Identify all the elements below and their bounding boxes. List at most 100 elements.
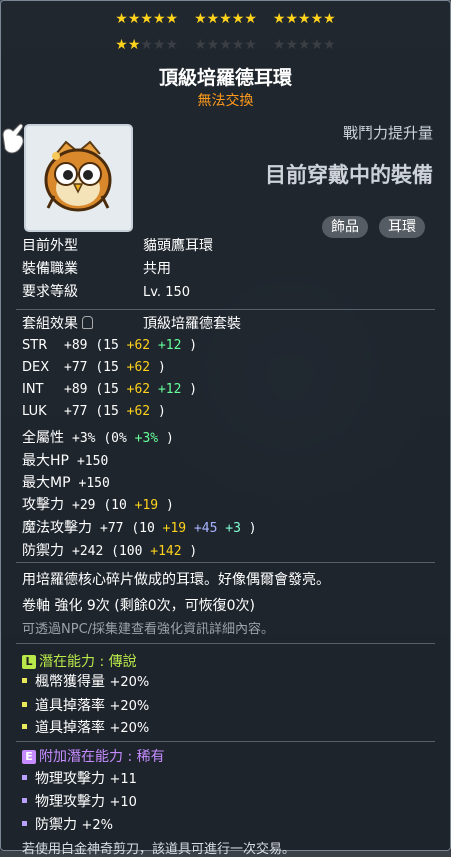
divider [16, 643, 435, 644]
stat-total: +89 [64, 382, 96, 397]
info-value: 共用 [143, 261, 171, 277]
star-empty-icon: ★ [310, 37, 324, 53]
info-label: 目前外型 [22, 238, 78, 254]
stat-base: (10 [103, 498, 135, 513]
star-filled-icon: ★ [231, 11, 245, 27]
stat-close: ) [165, 431, 174, 446]
stat-row: LUK +77 (15 +62 ) [22, 404, 166, 419]
potential-header: L 潛在能力 : 傳說 [22, 651, 137, 671]
stat-name: STR [22, 338, 48, 353]
star-filled-icon: ★ [219, 11, 232, 27]
stat-total: +89 [64, 338, 96, 353]
footer-note: 若使用白金神奇剪刀，該道具可進行一次交易。 [22, 842, 296, 857]
star-empty-icon: ★ [244, 37, 257, 53]
stat-row: 魔法攻擊力 +77 (10 +19 +45 +3 ) [22, 517, 257, 537]
star-filled-icon: ★ [115, 37, 128, 53]
divider [16, 309, 435, 310]
star-empty-icon: ★ [165, 37, 179, 53]
potential-name: 物理攻擊力 [35, 794, 110, 810]
item-name: 頂級培羅德耳環 [158, 67, 292, 89]
star-group: ★★★★★ [273, 37, 336, 53]
star-filled-icon: ★ [310, 11, 324, 27]
lock-icon [82, 316, 93, 329]
bullet-icon [22, 702, 27, 707]
item-description: 用培羅德核心碎片做成的耳環。好像偶爾會發亮。 [22, 572, 330, 588]
tag-category: 飾品 [322, 216, 368, 238]
potential-name: 道具掉落率 [35, 720, 110, 736]
bonus-potential-title: 附加潛在能力 : 稀有 [39, 749, 165, 765]
star-group: ★★★★★ [115, 11, 178, 27]
bonus-potential-header: E 附加潛在能力 : 稀有 [22, 746, 165, 766]
stat-bonus: +19 [134, 498, 166, 513]
star-empty-icon: ★ [219, 37, 232, 53]
stat-total: +150 [76, 454, 109, 469]
star-group: ★★★★★ [273, 11, 336, 27]
set-effect: 套組效果 頂級培羅德套裝 [22, 315, 241, 333]
star-filled-icon: ★ [127, 11, 141, 27]
stat-total: +77 [100, 521, 132, 536]
stat-row: 最大HP +150 [22, 450, 108, 470]
info-appearance: 目前外型 貓頭鷹耳環 [22, 237, 213, 255]
potential-name: 防禦力 [35, 817, 82, 833]
star-empty-icon: ★ [194, 37, 207, 53]
stat-base: (15 [95, 404, 127, 419]
stat-bonus: +62 [126, 404, 158, 419]
potential-line: 楓幣獲得量 +20% [22, 671, 149, 691]
potential-value: +2% [81, 818, 113, 833]
stat-bonus: +19 [162, 521, 194, 536]
star-force-row-1: ★★★★★ ★★★★★ ★★★★★ [1, 11, 450, 27]
stat-total: +3% [72, 431, 104, 446]
stat-name: DEX [22, 360, 50, 375]
combat-power-value: 目前穿戴中的裝備 [265, 163, 433, 187]
info-label: 要求等級 [22, 284, 78, 300]
info-job: 裝備職業 共用 [22, 260, 171, 278]
potential-name: 物理攻擊力 [35, 771, 110, 787]
legendary-badge-icon: L [22, 655, 36, 669]
stat-close: ) [157, 404, 166, 419]
star-group: ★★★★★ [194, 37, 257, 53]
stat-row: INT +89 (15 +62 +12 ) [22, 382, 197, 397]
stat-total: +77 [64, 360, 96, 375]
stat-base: (15 [95, 338, 127, 353]
star-filled-icon: ★ [272, 11, 286, 27]
stat-bonus: +62 [126, 360, 158, 375]
potential-value: +11 [109, 772, 137, 787]
item-icon-frame [24, 124, 133, 232]
set-effect-label: 套組效果 [22, 315, 143, 333]
stat-bonus: +62 [126, 382, 158, 397]
potential-value: +20% [109, 721, 150, 736]
stat-name: 最大HP [22, 453, 69, 469]
star-filled-icon: ★ [285, 11, 299, 27]
stat-close: ) [189, 338, 198, 353]
stat-row: 最大MP +150 [22, 472, 110, 492]
star-empty-icon: ★ [323, 37, 336, 53]
stat-base: (15 [95, 360, 127, 375]
star-empty-icon: ★ [206, 37, 220, 53]
stat-bonus: +12 [157, 382, 190, 397]
stat-close: ) [248, 521, 257, 536]
owl-earring-icon [44, 140, 112, 212]
trade-status: 無法交換 [197, 93, 254, 109]
stat-base: (15 [95, 382, 127, 397]
star-filled-icon: ★ [140, 11, 153, 27]
stat-row: STR +89 (15 +62 +12 ) [22, 338, 197, 353]
stat-total: +150 [78, 476, 110, 491]
star-group: ★★★★★ [194, 11, 257, 27]
potential-line: 道具掉落率 +20% [22, 717, 149, 737]
star-empty-icon: ★ [140, 37, 153, 53]
stat-bonus: +142 [150, 544, 190, 559]
star-filled-icon: ★ [244, 11, 257, 27]
stat-name: 魔法攻擊力 [22, 520, 92, 536]
stat-total: +77 [64, 404, 96, 419]
bullet-icon [22, 678, 27, 683]
potential-line: 道具掉落率 +20% [22, 695, 149, 715]
potential-value: +10 [109, 795, 137, 810]
info-value: 貓頭鷹耳環 [143, 238, 213, 254]
enhance-hint: 可透過NPC/採集建查看強化資訊詳細內容。 [22, 622, 275, 637]
star-empty-icon: ★ [298, 37, 311, 53]
stat-total: +29 [72, 498, 104, 513]
star-empty-icon: ★ [285, 37, 299, 53]
star-empty-icon: ★ [152, 37, 166, 53]
star-group: ★★★★★ [115, 37, 178, 53]
stat-name: LUK [22, 404, 47, 419]
